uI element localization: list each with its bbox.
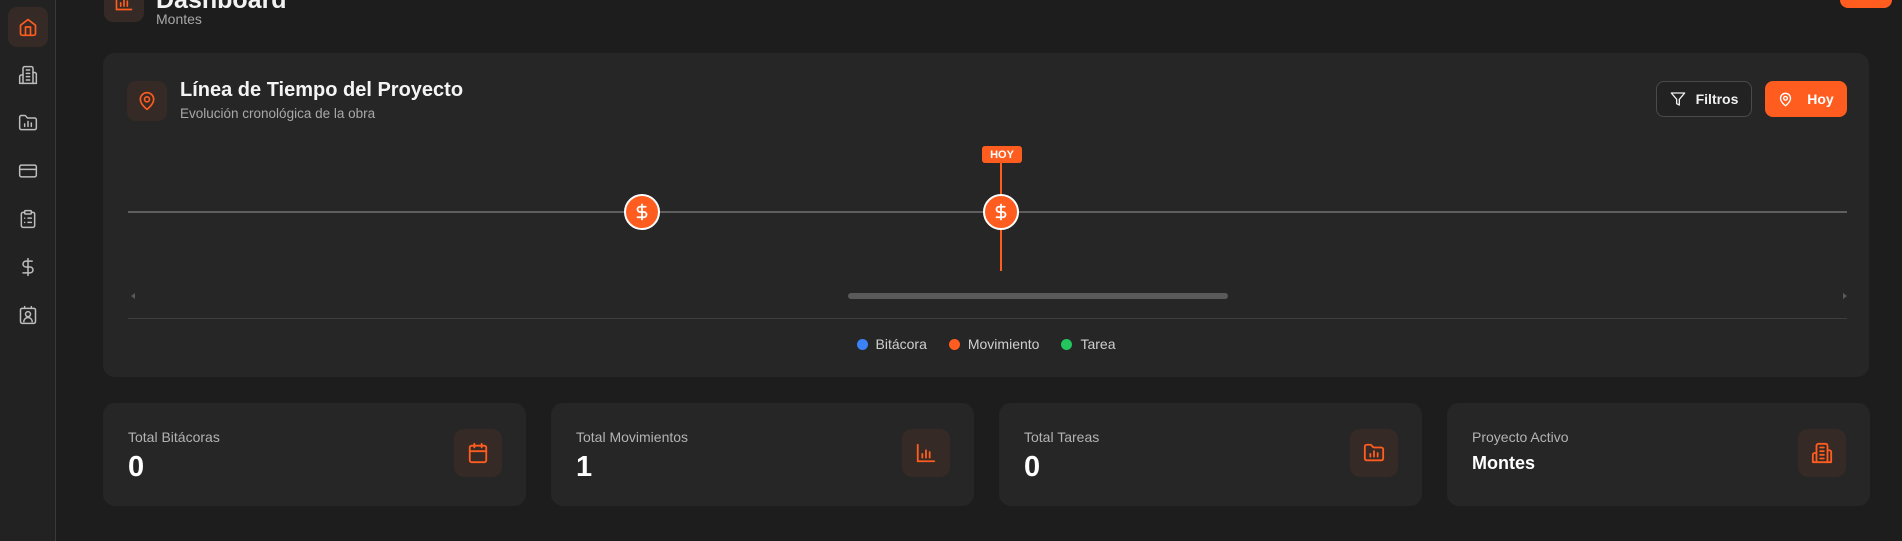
timeline-subtitle: Evolución cronológica de la obra [180,106,376,121]
stat-icon-box [1798,429,1846,477]
stat-label: Proyecto Activo [1472,429,1569,445]
timeline-card: Línea de Tiempo del Proyecto Evolución c… [103,53,1869,377]
map-pin-icon [1780,92,1792,106]
legend-label: Bitácora [875,336,927,352]
map-pin-icon [139,91,155,111]
timeline-title: Línea de Tiempo del Proyecto [180,79,464,101]
stat-card-tareas: Total Tareas 0 [999,403,1422,506]
credit-card-icon [18,164,38,178]
page-subtitle: Montes [156,11,202,27]
stat-value: 0 [1024,451,1041,483]
contact-icon [19,305,37,325]
dollar-icon [995,203,1007,221]
horizontal-scrollbar-thumb[interactable] [848,293,1228,299]
sidebar-item-payments[interactable] [8,151,48,191]
stat-label: Total Movimientos [576,429,689,445]
legend-item-bitacora: Bitácora [856,336,927,352]
bar-chart-icon [115,0,133,11]
timeline-event-movement[interactable] [983,194,1019,230]
legend-dot [948,338,960,350]
home-icon [19,18,37,37]
scroll-left-arrow[interactable] [131,293,135,299]
sidebar-item-buildings[interactable] [8,55,48,95]
stat-icon-box [1350,429,1398,477]
timeline-legend: Bitácora Movimiento Tarea [103,336,1869,352]
today-button[interactable]: Hoy [1765,81,1847,117]
clipboard-icon [20,209,36,229]
legend-dot [1061,338,1073,350]
today-button-label: Hoy [1807,91,1834,107]
header-icon-box [104,0,144,22]
stat-icon-box [902,429,950,477]
sidebar-item-tasks[interactable] [8,199,48,239]
folder-chart-icon [1363,443,1385,462]
scroll-right-arrow[interactable] [1843,293,1847,299]
calendar-icon [468,442,488,464]
legend-item-tarea: Tarea [1061,336,1115,352]
stat-value: 1 [576,451,593,483]
timeline-icon-box [127,81,167,121]
dollar-icon [636,203,648,221]
legend-label: Movimiento [967,336,1040,352]
stat-value: Montes [1472,453,1535,473]
today-indicator-label: HOY [982,146,1022,163]
building-icon [18,65,38,85]
filters-button-label: Filtros [1695,91,1739,107]
legend-item-movimiento: Movimiento [948,336,1040,352]
legend-dot [856,338,868,350]
header-action-button[interactable] [1840,0,1892,8]
stat-value: 0 [128,451,145,483]
stat-card-movimientos: Total Movimientos 1 [551,403,974,506]
folder-chart-icon [18,114,38,131]
stat-icon-box [454,429,502,477]
sidebar-item-contacts[interactable] [8,295,48,335]
stat-card-proyecto-activo: Proyecto Activo Montes [1447,403,1870,506]
bar-chart-icon [916,443,936,463]
filter-icon [1670,92,1685,106]
timeline-event-movement[interactable] [624,194,660,230]
stat-card-bitacoras: Total Bitácoras 0 [103,403,526,506]
stat-label: Total Bitácoras [128,429,220,445]
stat-label: Total Tareas [1024,429,1100,445]
building-icon [1811,442,1833,464]
sidebar [0,0,56,541]
filters-button[interactable]: Filtros [1656,81,1752,117]
sidebar-item-projects[interactable] [8,103,48,143]
sidebar-item-home[interactable] [8,7,48,47]
divider [128,318,1847,319]
sidebar-item-finance[interactable] [8,247,48,287]
dollar-icon [22,257,34,277]
legend-label: Tarea [1080,336,1116,352]
